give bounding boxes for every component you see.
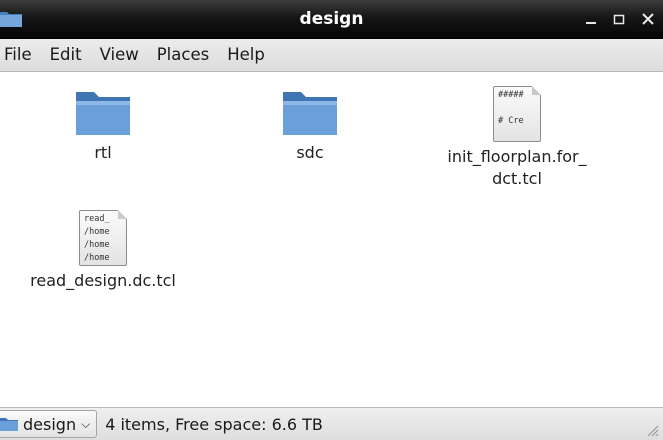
window-title: design — [299, 9, 364, 29]
status-text: 4 items, Free space: 6.6 TB — [105, 414, 323, 434]
location-label: design — [23, 414, 77, 434]
title-bar[interactable]: design — [0, 0, 663, 40]
file-item-sdc[interactable]: sdc — [220, 88, 400, 164]
minimize-button[interactable] — [577, 8, 605, 30]
minimize-icon — [586, 22, 596, 24]
menu-edit[interactable]: Edit — [41, 39, 91, 71]
resize-grip-icon[interactable] — [645, 423, 659, 437]
folder-icon — [283, 92, 337, 135]
menu-bar: File Edit View Places Help — [0, 39, 663, 72]
location-dropdown[interactable]: design ⌵ — [0, 410, 98, 438]
text-file-icon: ##### # Cre — [493, 86, 541, 142]
file-name: read_design.dc.tcl — [30, 271, 176, 290]
close-button[interactable] — [633, 8, 663, 30]
status-bar: design ⌵ 4 items, Free space: 6.6 TB — [0, 407, 663, 440]
folder-icon — [76, 92, 130, 135]
menu-file[interactable]: File — [0, 39, 41, 71]
file-item-read-design[interactable]: read_ /home /home /home read_design.dc.t… — [13, 210, 193, 292]
file-name: sdc — [296, 143, 324, 162]
file-item-rtl[interactable]: rtl — [13, 88, 193, 164]
menu-places[interactable]: Places — [148, 39, 218, 71]
chevron-down-icon: ⌵ — [81, 416, 91, 431]
file-item-init-floorplan[interactable]: ##### # Cre init_floorplan.for_ dct.tcl — [427, 86, 607, 190]
file-view[interactable]: rtl sdc ##### # Cre init_floorplan.for_ … — [0, 72, 663, 407]
file-preview: read_ /home /home /home — [84, 214, 110, 263]
menu-help[interactable]: Help — [218, 39, 274, 71]
file-name: init_floorplan.for_ dct.tcl — [447, 147, 587, 188]
file-name: rtl — [94, 143, 112, 162]
text-file-icon: read_ /home /home /home — [79, 210, 127, 266]
menu-view[interactable]: View — [91, 39, 148, 71]
maximize-button[interactable] — [605, 8, 633, 30]
folder-icon — [0, 418, 18, 431]
file-preview: ##### # Cre — [498, 90, 524, 126]
maximize-icon — [613, 14, 625, 25]
close-icon — [642, 13, 654, 25]
